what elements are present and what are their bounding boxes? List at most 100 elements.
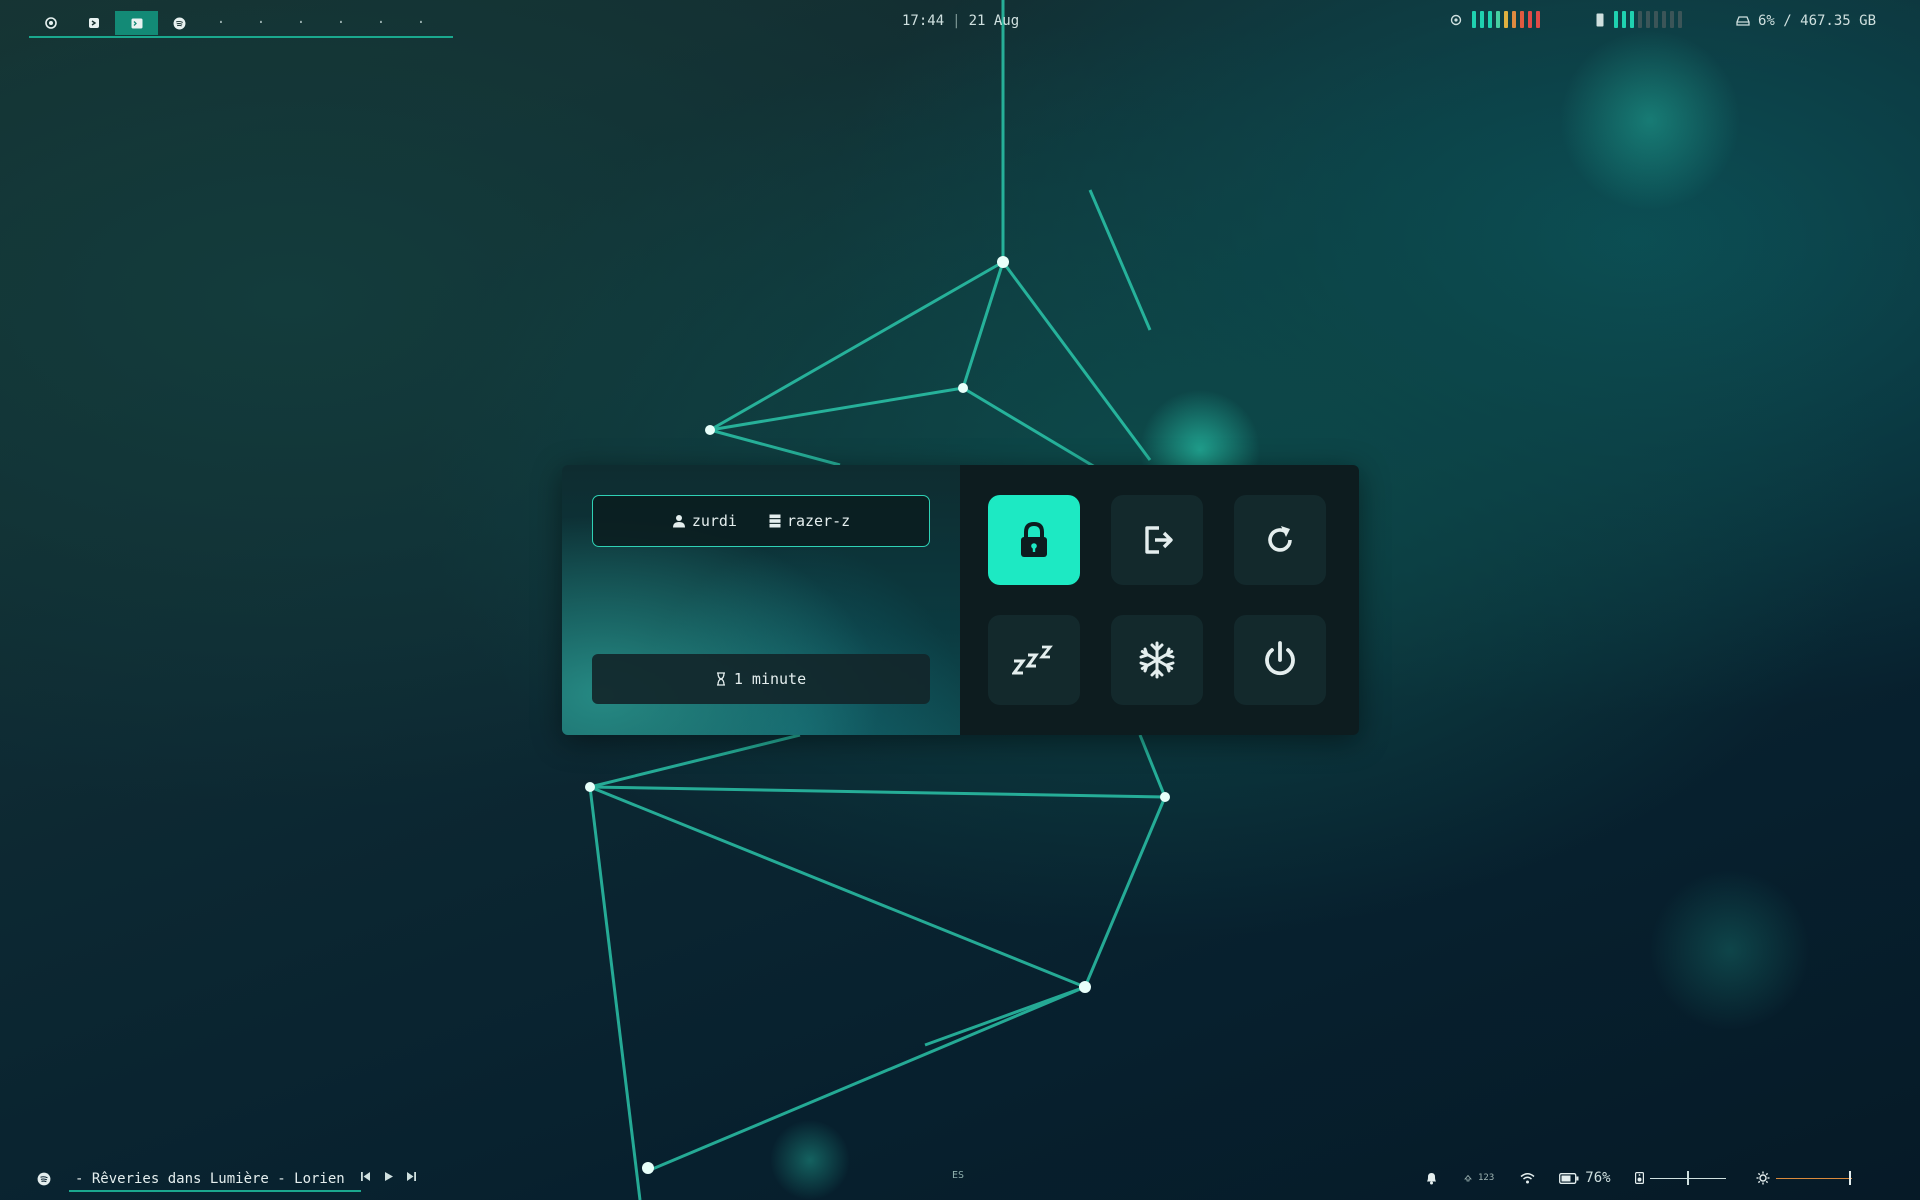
- clock[interactable]: 17:44 | 21 Aug: [902, 13, 1019, 29]
- sleep-icon: [1012, 645, 1053, 675]
- workspace-empty[interactable]: ·: [241, 11, 281, 35]
- drive-icon: [1736, 16, 1750, 26]
- brightness-control[interactable]: [1756, 1171, 1852, 1185]
- system-tray: 123 76%: [1425, 1170, 1852, 1186]
- power-menu: zurdi razer-z 1 minute: [562, 465, 1359, 735]
- workspace-empty[interactable]: ·: [401, 11, 441, 35]
- cpu-usage: [1450, 11, 1540, 28]
- user-host-box: zurdi razer-z: [592, 495, 930, 547]
- cpu-bar: [1520, 11, 1524, 28]
- now-playing[interactable]: - Rêveries dans Lumière - Lorien: [69, 1168, 361, 1192]
- bell-icon[interactable]: [1425, 1171, 1438, 1185]
- brightness-knob[interactable]: [1848, 1171, 1851, 1185]
- memory-bar: [1638, 11, 1642, 28]
- speaker-icon: [1634, 1172, 1644, 1184]
- lock-icon: [1021, 521, 1047, 557]
- clock-date: 21 Aug: [968, 13, 1020, 29]
- workspace-empty[interactable]: ·: [201, 11, 241, 35]
- memory-bar: [1678, 11, 1682, 28]
- workspace-3[interactable]: [115, 11, 158, 35]
- workspace-4[interactable]: [158, 11, 201, 35]
- power-menu-info-panel: zurdi razer-z 1 minute: [562, 465, 960, 735]
- memory-bar: [1622, 11, 1626, 28]
- vscode-icon: [88, 18, 99, 28]
- cpu-bars: [1472, 11, 1540, 28]
- shutdown-button[interactable]: [1234, 615, 1326, 705]
- cpu-bar: [1504, 11, 1508, 28]
- user-icon: [672, 515, 685, 528]
- battery-indicator[interactable]: 76%: [1559, 1170, 1611, 1186]
- workspace-empty[interactable]: ·: [321, 11, 361, 35]
- memory-bar: [1630, 11, 1634, 28]
- clock-time: 17:44: [902, 13, 945, 29]
- brightness-slider[interactable]: [1775, 1171, 1852, 1185]
- volume-slider[interactable]: [1649, 1171, 1726, 1185]
- previous-icon[interactable]: [360, 1171, 371, 1182]
- workspace-switcher: · · · · · ·: [29, 10, 453, 38]
- next-icon[interactable]: [406, 1171, 417, 1182]
- workspace-2[interactable]: [72, 11, 115, 35]
- volume-control[interactable]: [1634, 1171, 1726, 1185]
- cpu-bar: [1528, 11, 1532, 28]
- username: zurdi: [691, 512, 737, 530]
- power-icon: [1265, 641, 1295, 676]
- track-title: - Rêveries dans Lumière - Lorien: [75, 1171, 345, 1187]
- memory-bar: [1654, 11, 1658, 28]
- numlock-text: 123: [1478, 1173, 1495, 1183]
- lock-button[interactable]: [988, 495, 1080, 585]
- memory-bar: [1670, 11, 1674, 28]
- workspace-empty[interactable]: ·: [361, 11, 401, 35]
- memory-icon: [1596, 13, 1604, 26]
- logout-button[interactable]: [1111, 495, 1203, 585]
- memory-bar: [1662, 11, 1666, 28]
- chrome-icon: [44, 17, 57, 29]
- keyboard-layout[interactable]: ES: [952, 1170, 964, 1181]
- clock-separator: |: [952, 13, 961, 29]
- brightness-icon: [1756, 1171, 1770, 1185]
- cpu-bar: [1536, 11, 1540, 28]
- cpu-bar: [1488, 11, 1492, 28]
- top-bar: · · · · · · 17:44 | 21 Aug 6% / 467.35 G…: [0, 0, 1920, 46]
- cpu-bar: [1512, 11, 1516, 28]
- media-controls: [360, 1171, 417, 1182]
- hostname: razer-z: [786, 512, 851, 530]
- suspend-button[interactable]: [988, 615, 1080, 705]
- host-field: razer-z: [769, 512, 850, 530]
- terminal-icon: [131, 18, 142, 28]
- cpu-bar: [1480, 11, 1484, 28]
- uptime-text: 1 minute: [733, 670, 807, 688]
- uptime-box: 1 minute: [592, 654, 930, 704]
- reboot-button[interactable]: [1234, 495, 1326, 585]
- play-icon[interactable]: [383, 1171, 394, 1182]
- spotify-icon: [173, 17, 186, 29]
- power-menu-actions: [960, 465, 1359, 735]
- reboot-icon: [1268, 526, 1292, 552]
- brightness-track: [1775, 1178, 1852, 1179]
- cpu-bar: [1496, 11, 1500, 28]
- workspace-1[interactable]: [29, 11, 72, 35]
- spotify-player-button[interactable]: [37, 1172, 51, 1190]
- wifi-icon[interactable]: [1520, 1172, 1535, 1184]
- hibernate-button[interactable]: [1111, 615, 1203, 705]
- disk-text: 6% / 467.35 GB: [1758, 13, 1877, 29]
- memory-bars: [1614, 11, 1682, 28]
- numlock-indicator: 123: [1464, 1173, 1494, 1183]
- spotify-icon: [37, 1172, 51, 1186]
- snowflake-icon: [1139, 641, 1175, 679]
- cpu-bar: [1472, 11, 1476, 28]
- volume-knob[interactable]: [1686, 1171, 1689, 1185]
- memory-bar: [1646, 11, 1650, 28]
- memory-bar: [1614, 11, 1618, 28]
- disk-usage: 6% / 467.35 GB: [1736, 13, 1876, 29]
- workspace-empty[interactable]: ·: [281, 11, 321, 35]
- battery-icon: [1559, 1172, 1579, 1184]
- hourglass-icon: [716, 672, 725, 686]
- bottom-bar: - Rêveries dans Lumière - Lorien ES 123 …: [0, 1160, 1920, 1200]
- user-field: zurdi: [672, 512, 737, 530]
- server-icon: [769, 514, 781, 528]
- battery-text: 76%: [1585, 1170, 1611, 1186]
- logout-icon: [1145, 526, 1173, 554]
- caps-icon: [1464, 1174, 1472, 1182]
- cpu-icon: [1450, 14, 1462, 25]
- memory-usage: [1596, 11, 1682, 28]
